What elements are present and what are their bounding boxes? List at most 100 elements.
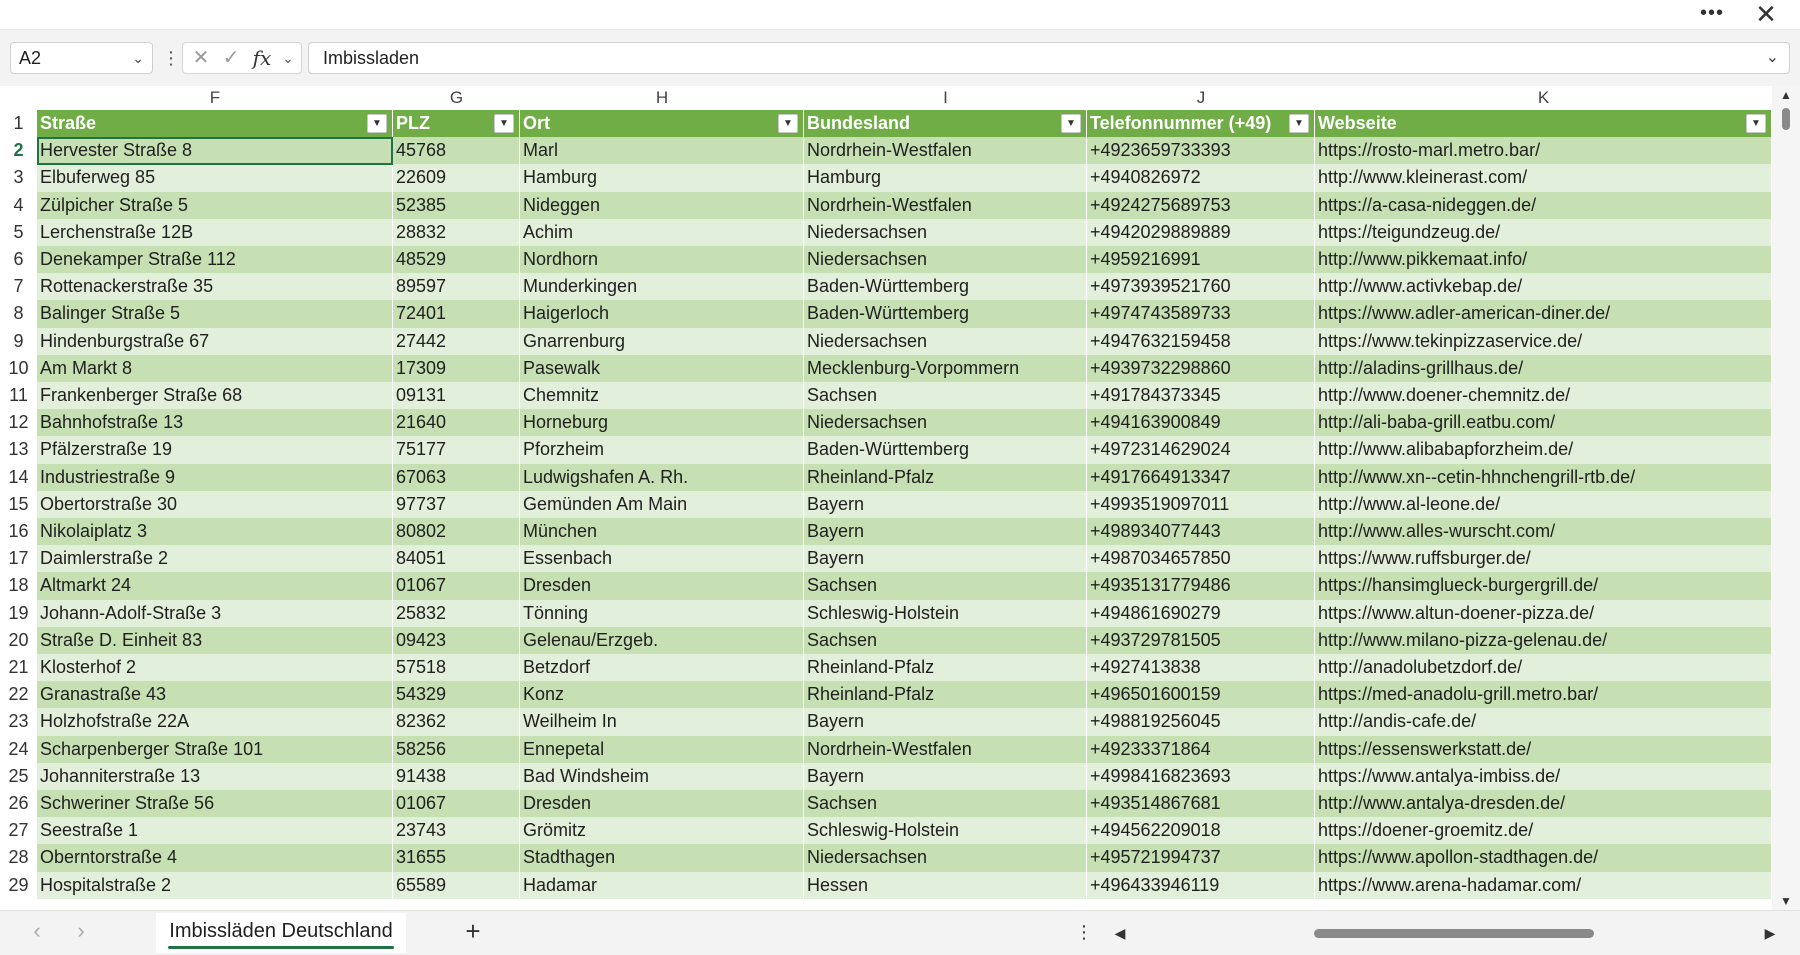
column-header-i[interactable]: I: [804, 86, 1087, 110]
table-cell[interactable]: 09423: [393, 626, 520, 654]
scroll-down-icon[interactable]: ▼: [1772, 894, 1800, 908]
table-cell[interactable]: Nikolaiplatz 3: [37, 518, 393, 546]
filter-dropdown-icon[interactable]: ▼: [1746, 114, 1766, 133]
table-cell[interactable]: Rottenackerstraße 35: [37, 273, 393, 301]
table-cell[interactable]: Elbuferweg 85: [37, 164, 393, 192]
filter-dropdown-icon[interactable]: ▼: [494, 114, 514, 133]
table-cell[interactable]: https://www.antalya-imbiss.de/: [1315, 762, 1772, 790]
table-cell[interactable]: +4959216991: [1087, 246, 1315, 274]
table-cell[interactable]: Niedersachsen: [804, 409, 1087, 437]
table-cell[interactable]: Nideggen: [520, 191, 804, 219]
table-cell[interactable]: http://aladins-grillhaus.de/: [1315, 354, 1772, 382]
table-cell[interactable]: Nordrhein-Westfalen: [804, 735, 1087, 763]
table-cell[interactable]: Balinger Straße 5: [37, 300, 393, 328]
table-cell[interactable]: +4942029889889: [1087, 218, 1315, 246]
table-cell[interactable]: Bayern: [804, 518, 1087, 546]
table-cell[interactable]: 82362: [393, 708, 520, 736]
row-header[interactable]: 17: [0, 545, 37, 572]
table-cell[interactable]: 67063: [393, 463, 520, 491]
table-cell[interactable]: Essenbach: [520, 545, 804, 573]
table-header-cell[interactable]: Bundesland ▼: [804, 110, 1087, 138]
table-cell[interactable]: https://www.altun-doener-pizza.de/: [1315, 599, 1772, 627]
previous-sheet-icon[interactable]: ‹: [22, 917, 52, 947]
table-cell[interactable]: Am Markt 8: [37, 354, 393, 382]
table-cell[interactable]: Pfälzerstraße 19: [37, 436, 393, 464]
table-header-cell[interactable]: Webseite ▼: [1315, 110, 1772, 138]
table-cell[interactable]: 91438: [393, 762, 520, 790]
scroll-right-icon[interactable]: ▶: [1760, 919, 1780, 947]
table-header-cell[interactable]: PLZ ▼: [393, 110, 520, 138]
row-header[interactable]: 18: [0, 572, 37, 599]
table-cell[interactable]: 48529: [393, 246, 520, 274]
table-cell[interactable]: https://www.apollon-stadthagen.de/: [1315, 844, 1772, 872]
table-cell[interactable]: Hospitalstraße 2: [37, 871, 393, 899]
row-header[interactable]: 9: [0, 328, 37, 355]
table-cell[interactable]: https://www.tekinpizzaservice.de/: [1315, 327, 1772, 355]
table-cell[interactable]: Weilheim In: [520, 708, 804, 736]
table-cell[interactable]: +496501600159: [1087, 681, 1315, 709]
table-cell[interactable]: +493729781505: [1087, 626, 1315, 654]
table-cell[interactable]: Johanniterstraße 13: [37, 762, 393, 790]
table-cell[interactable]: Dresden: [520, 790, 804, 818]
table-cell[interactable]: 27442: [393, 327, 520, 355]
table-cell[interactable]: Rheinland-Pfalz: [804, 654, 1087, 682]
table-cell[interactable]: 65589: [393, 871, 520, 899]
filter-dropdown-icon[interactable]: ▼: [1061, 114, 1081, 133]
table-cell[interactable]: http://ali-baba-grill.eatbu.com/: [1315, 409, 1772, 437]
table-cell[interactable]: 01067: [393, 572, 520, 600]
table-cell[interactable]: Mecklenburg-Vorpommern: [804, 354, 1087, 382]
table-cell[interactable]: Bayern: [804, 545, 1087, 573]
table-header-cell[interactable]: Straße ▼: [37, 110, 393, 138]
table-cell[interactable]: 80802: [393, 518, 520, 546]
insert-function-icon[interactable]: fx: [249, 43, 275, 73]
column-header-f[interactable]: F: [37, 86, 393, 110]
table-cell[interactable]: Niedersachsen: [804, 246, 1087, 274]
table-cell[interactable]: Gelenau/Erzgeb.: [520, 626, 804, 654]
table-cell[interactable]: https://teigundzeug.de/: [1315, 218, 1772, 246]
table-cell[interactable]: 25832: [393, 599, 520, 627]
table-cell[interactable]: Chemnitz: [520, 382, 804, 410]
table-cell[interactable]: 58256: [393, 735, 520, 763]
row-header[interactable]: 4: [0, 192, 37, 219]
table-cell[interactable]: http://www.activkebap.de/: [1315, 273, 1772, 301]
table-cell[interactable]: Grömitz: [520, 817, 804, 845]
row-header[interactable]: 12: [0, 409, 37, 436]
column-header-j[interactable]: J: [1087, 86, 1315, 110]
table-cell[interactable]: Sachsen: [804, 626, 1087, 654]
table-cell[interactable]: 89597: [393, 273, 520, 301]
horizontal-scrollbar[interactable]: ◀ ▶: [1110, 919, 1780, 947]
table-cell[interactable]: Hamburg: [804, 164, 1087, 192]
row-header[interactable]: 26: [0, 790, 37, 817]
row-header[interactable]: 10: [0, 355, 37, 382]
table-cell[interactable]: Schweriner Straße 56: [37, 790, 393, 818]
row-header[interactable]: 29: [0, 872, 37, 899]
table-cell[interactable]: Granastraße 43: [37, 681, 393, 709]
table-cell[interactable]: Stadthagen: [520, 844, 804, 872]
row-header[interactable]: 14: [0, 464, 37, 491]
table-cell[interactable]: 54329: [393, 681, 520, 709]
table-cell[interactable]: Nordhorn: [520, 246, 804, 274]
table-cell[interactable]: https://www.ruffsburger.de/: [1315, 545, 1772, 573]
table-cell[interactable]: 28832: [393, 218, 520, 246]
table-cell[interactable]: https://a-casa-nideggen.de/: [1315, 191, 1772, 219]
table-cell[interactable]: Bad Windsheim: [520, 762, 804, 790]
table-cell[interactable]: +4923659733393: [1087, 137, 1315, 165]
enter-icon[interactable]: ✓: [219, 43, 243, 73]
table-cell[interactable]: 45768: [393, 137, 520, 165]
table-cell[interactable]: Niedersachsen: [804, 327, 1087, 355]
row-header[interactable]: 5: [0, 219, 37, 246]
table-cell[interactable]: http://www.xn--cetin-hhnchengrill-rtb.de…: [1315, 463, 1772, 491]
sheet-tab-active[interactable]: Imbissläden Deutschland: [156, 913, 406, 953]
horizontal-scroll-thumb[interactable]: [1314, 929, 1594, 938]
table-cell[interactable]: Rheinland-Pfalz: [804, 681, 1087, 709]
table-cell[interactable]: Holzhofstraße 22A: [37, 708, 393, 736]
cancel-icon[interactable]: ✕: [189, 43, 213, 73]
table-cell[interactable]: Schleswig-Holstein: [804, 817, 1087, 845]
table-cell[interactable]: Haigerloch: [520, 300, 804, 328]
table-cell[interactable]: 17309: [393, 354, 520, 382]
table-cell[interactable]: Bayern: [804, 490, 1087, 518]
table-cell[interactable]: Horneburg: [520, 409, 804, 437]
table-cell[interactable]: Hamburg: [520, 164, 804, 192]
table-cell[interactable]: Seestraße 1: [37, 817, 393, 845]
table-cell[interactable]: +4935131779486: [1087, 572, 1315, 600]
